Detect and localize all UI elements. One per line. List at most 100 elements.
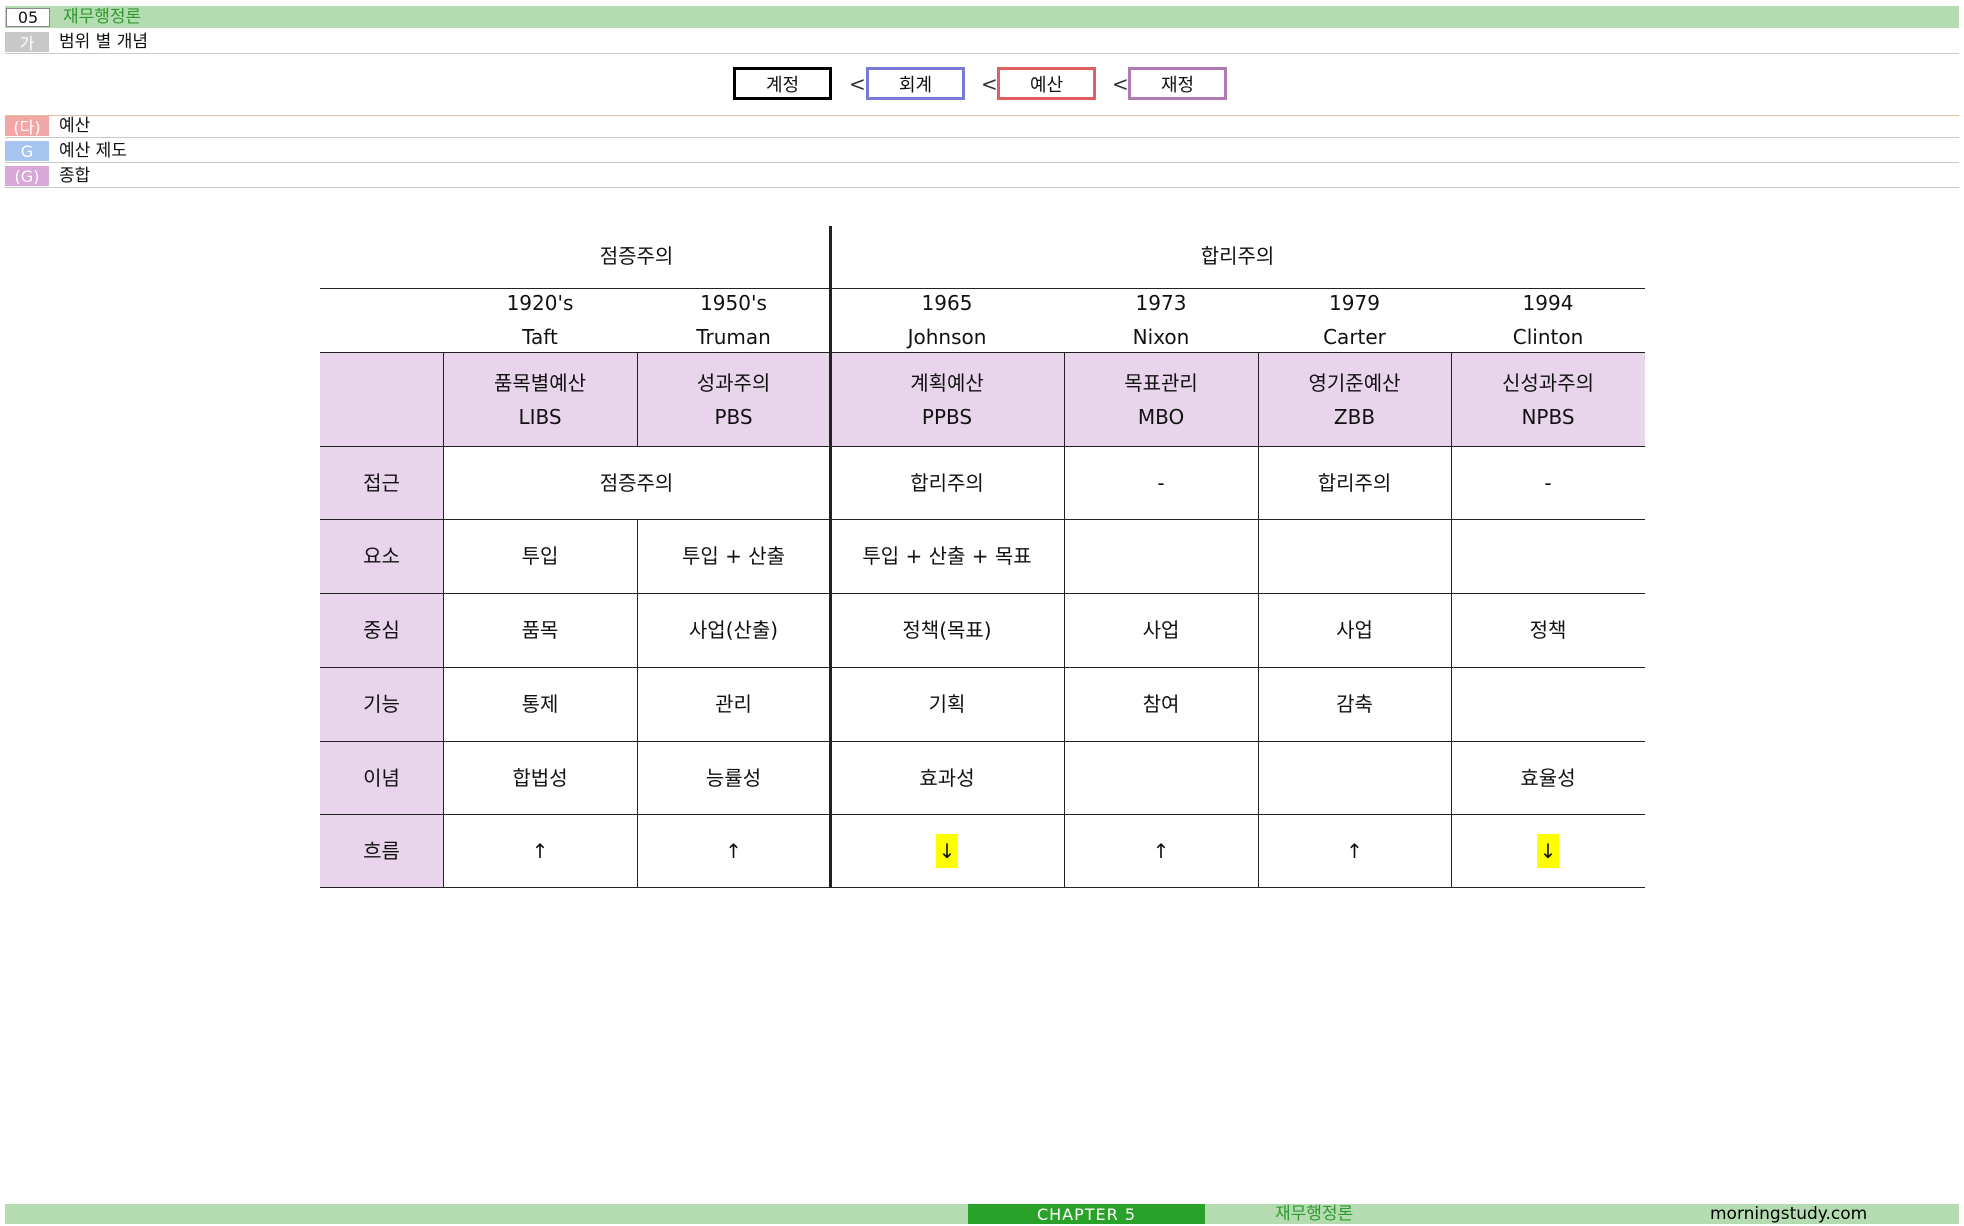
table-cell: 사업(산출) (688, 618, 779, 642)
table-cell: 능률성 (705, 765, 762, 790)
section-title: 범위 별 개념 (59, 32, 149, 52)
system-name: 목표관리 (1124, 370, 1198, 395)
flow-box-account: 계정 (733, 67, 832, 100)
president: Carter (1323, 325, 1386, 349)
table-cell (1064, 741, 1258, 814)
subsection-tag-budget: (다) (5, 116, 49, 137)
table-cell: 사업 (1336, 618, 1373, 642)
flow-cell: ↓ (830, 814, 1064, 887)
system-abbr: ZBB (1333, 404, 1376, 429)
section-tag: 가 (5, 32, 49, 53)
system-abbr: LIBS (518, 404, 562, 429)
year: 1973 (1135, 291, 1187, 315)
footer-chapter: CHAPTER 5 (968, 1204, 1205, 1224)
table-rule (320, 887, 1645, 888)
year: 1965 (921, 291, 973, 315)
table-cell (1258, 741, 1451, 814)
system-abbr: PPBS (921, 404, 973, 429)
era-cell-5: 1979 Carter (1258, 288, 1451, 352)
row-label-element: 요소 (363, 544, 400, 568)
system-name: 계획예산 (910, 370, 984, 395)
subsection-title-summary: 종합 (59, 166, 91, 186)
divider (5, 137, 1959, 138)
divider (5, 115, 1959, 116)
table-rule (320, 593, 1645, 594)
table-rule (320, 519, 1645, 520)
table-cell: 투입 + 산출 + 목표 (862, 544, 1032, 568)
table-rule (1064, 353, 1065, 887)
era-cell-1: 1920's Taft (443, 288, 637, 352)
table-cell: 합리주의 (1317, 470, 1392, 495)
table-rule (320, 352, 1645, 353)
footer-site-link[interactable]: morningstudy.com (1710, 1204, 1867, 1224)
system-name: 영기준예산 (1308, 370, 1401, 395)
table-cell: 합리주의 (910, 470, 984, 495)
year: 1920's (506, 291, 574, 315)
table-rule (1258, 353, 1259, 887)
flow-cell: ↓ (1451, 814, 1645, 887)
flow-cell: ↑ (1258, 814, 1451, 887)
table-cell: 품목 (521, 618, 559, 642)
group-incremental: 점증주의 (599, 244, 674, 268)
flow-separator: < (1112, 72, 1129, 96)
subsection-tag-summary: (G) (5, 166, 49, 186)
table-rule (443, 353, 444, 887)
table-cell: 통제 (521, 692, 559, 716)
era-cell-2: 1950's Truman (637, 288, 830, 352)
down-arrow-icon: ↓ (935, 833, 959, 868)
table-rule (637, 519, 638, 887)
table-cell: 관리 (715, 692, 752, 716)
down-arrow-icon: ↓ (1536, 833, 1560, 868)
year: 1979 (1329, 291, 1380, 315)
system-pbs: 성과주의 PBS (637, 353, 830, 446)
table-cell (1064, 519, 1258, 593)
flow-separator: < (849, 72, 866, 96)
chapter-title: 재무행정론 (63, 7, 142, 27)
table-rule (637, 353, 638, 446)
subsection-tag-system: G (5, 141, 49, 161)
system-abbr: PBS (714, 404, 753, 429)
table-cell (1451, 667, 1645, 741)
up-arrow-icon: ↑ (1346, 838, 1363, 863)
table-cell: 정책 (1529, 618, 1567, 642)
row-label-approach: 접근 (363, 470, 400, 495)
table-cell (1451, 519, 1645, 593)
footer-subject: 재무행정론 (1275, 1204, 1354, 1224)
table-cell: 사업 (1142, 618, 1180, 642)
table-rule (320, 446, 1645, 447)
table-rule (320, 814, 1645, 815)
system-libs: 품목별예산 LIBS (443, 353, 637, 446)
year: 1950's (700, 291, 767, 315)
up-arrow-icon: ↑ (531, 838, 549, 863)
flow-cell: ↑ (443, 814, 637, 887)
row-label-focus: 중심 (363, 618, 400, 642)
table-rule (320, 288, 1645, 289)
chapter-bar (5, 6, 1959, 28)
subsection-title-budget: 예산 (59, 116, 91, 136)
table-cell: 효율성 (1520, 765, 1576, 790)
table-cell: 효과성 (919, 765, 975, 790)
table-cell: 투입 + 산출 (681, 544, 786, 568)
president: Clinton (1512, 325, 1584, 349)
table-rule (320, 741, 1645, 742)
table-cell: - (1157, 470, 1165, 495)
flow-separator: < (981, 72, 998, 96)
system-name: 품목별예산 (494, 370, 586, 395)
table-cell (1258, 519, 1451, 593)
table-rule (320, 667, 1645, 668)
system-abbr: NPBS (1521, 404, 1575, 429)
up-arrow-icon: ↑ (1152, 838, 1170, 863)
year: 1994 (1522, 291, 1574, 315)
president: Truman (696, 325, 771, 349)
president: Johnson (907, 325, 987, 349)
chapter-number: 05 (6, 8, 50, 27)
flow-box-budget: 예산 (997, 67, 1096, 100)
system-name: 신성과주의 (1502, 370, 1594, 395)
table-cell: 투입 (521, 544, 559, 568)
divider (5, 187, 1959, 188)
era-cell-3: 1965 Johnson (830, 288, 1064, 352)
flow-cell: ↑ (1064, 814, 1258, 887)
group-rational: 합리주의 (1200, 244, 1275, 268)
subsection-title-system: 예산 제도 (59, 141, 127, 161)
table-cell: 정책(목표) (902, 618, 992, 642)
